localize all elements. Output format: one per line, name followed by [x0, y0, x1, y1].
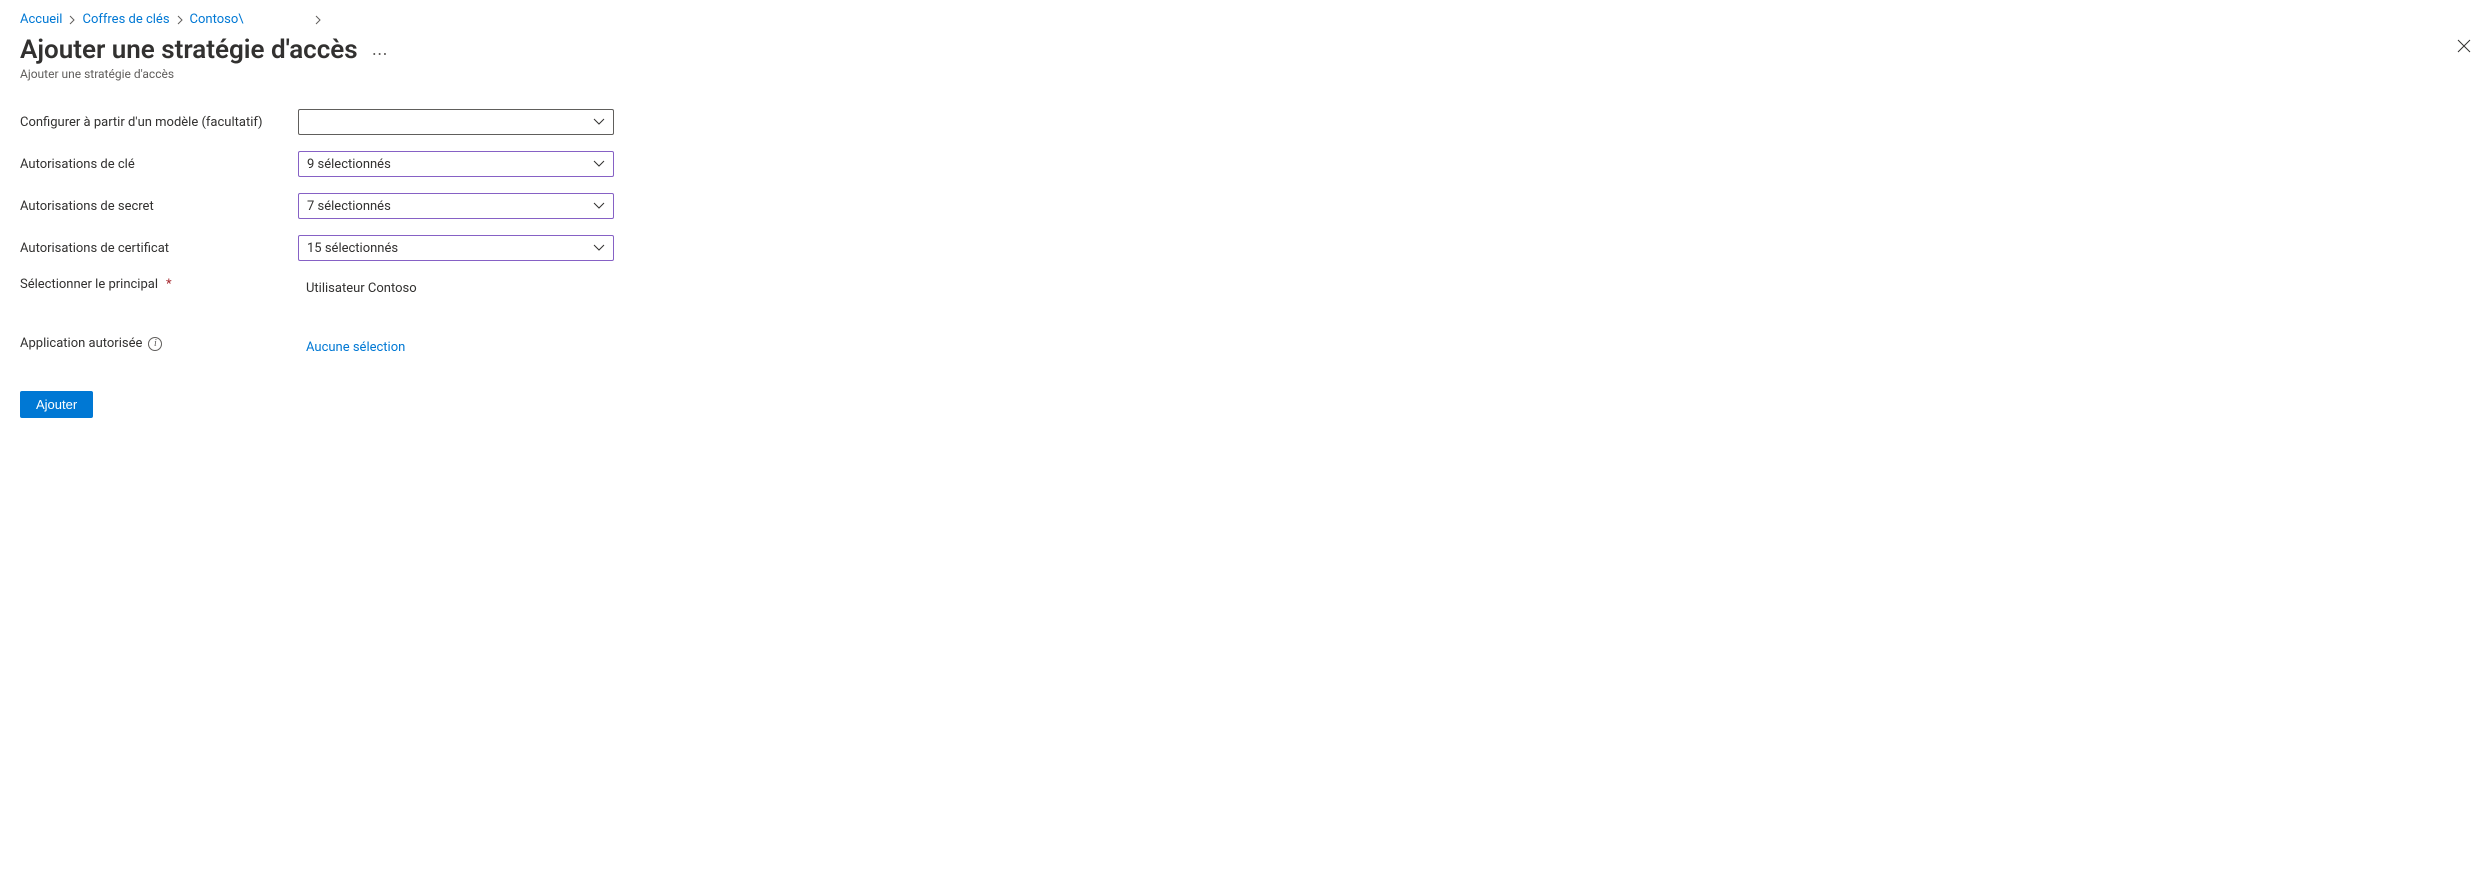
principal-value: Utilisateur Contoso	[298, 277, 417, 296]
required-indicator: *	[166, 277, 172, 292]
breadcrumb-contoso[interactable]: Contoso\	[190, 12, 244, 27]
close-button[interactable]	[2456, 38, 2474, 56]
chevron-down-icon	[593, 118, 605, 126]
info-icon[interactable]: i	[148, 337, 162, 351]
chevron-down-icon	[593, 160, 605, 168]
template-dropdown[interactable]	[298, 109, 614, 135]
page-subtitle: Ajouter une stratégie d'accès	[20, 67, 2472, 81]
page-title: Ajouter une stratégie d'accès	[20, 35, 358, 65]
key-perms-value: 9 sélectionnés	[307, 157, 391, 172]
authorized-app-label: Application autorisée i	[20, 336, 298, 351]
breadcrumb-home[interactable]: Accueil	[20, 12, 62, 27]
authorized-app-link[interactable]: Aucune sélection	[298, 336, 405, 355]
add-button[interactable]: Ajouter	[20, 391, 93, 418]
cert-perms-label: Autorisations de certificat	[20, 241, 298, 256]
chevron-down-icon	[593, 202, 605, 210]
breadcrumb: Accueil Coffres de clés Contoso\	[20, 12, 2472, 27]
secret-perms-value: 7 sélectionnés	[307, 199, 391, 214]
key-perms-label: Autorisations de clé	[20, 157, 298, 172]
key-perms-dropdown[interactable]: 9 sélectionnés	[298, 151, 614, 177]
secret-perms-dropdown[interactable]: 7 sélectionnés	[298, 193, 614, 219]
chevron-right-icon	[314, 15, 322, 25]
chevron-right-icon	[176, 15, 184, 25]
template-label: Configurer à partir d'un modèle (faculta…	[20, 115, 298, 130]
breadcrumb-keyvaults[interactable]: Coffres de clés	[82, 12, 169, 27]
chevron-down-icon	[593, 244, 605, 252]
secret-perms-label: Autorisations de secret	[20, 199, 298, 214]
access-policy-form: Configurer à partir d'un modèle (faculta…	[20, 109, 720, 418]
cert-perms-dropdown[interactable]: 15 sélectionnés	[298, 235, 614, 261]
cert-perms-value: 15 sélectionnés	[307, 241, 398, 256]
principal-label: Sélectionner le principal*	[20, 277, 298, 292]
chevron-right-icon	[68, 15, 76, 25]
more-actions-button[interactable]: ⋯	[372, 44, 389, 63]
